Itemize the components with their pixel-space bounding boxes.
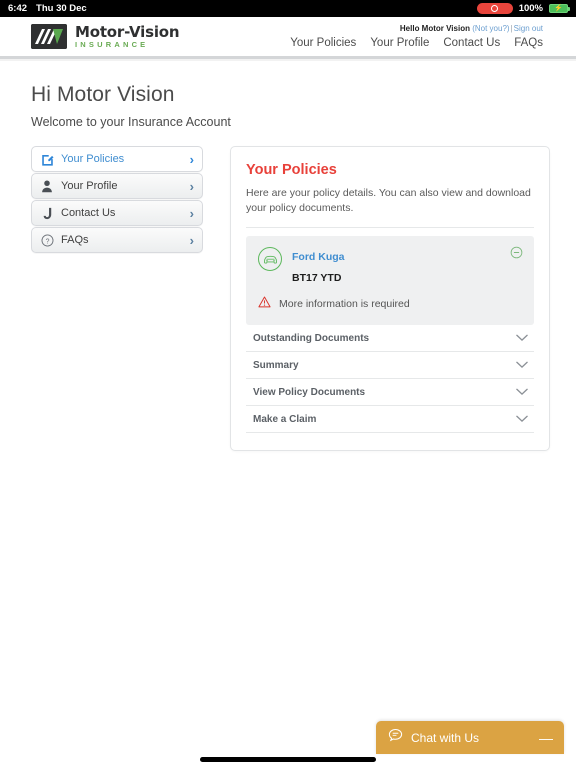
chevron-down-icon <box>516 361 528 369</box>
page-title: Hi Motor Vision <box>31 83 175 106</box>
not-you-link[interactable]: (Not you?) <box>472 24 509 33</box>
accordion-row-view-policy-documents[interactable]: View Policy Documents <box>246 379 534 407</box>
warning-triangle-icon <box>258 295 271 313</box>
question-circle-icon: ? <box>41 234 61 247</box>
chevron-down-icon <box>516 388 528 396</box>
page-subtitle: Welcome to your Insurance Account <box>31 115 231 129</box>
home-indicator <box>200 757 376 762</box>
greeting-user: Hello Motor Vision <box>399 24 470 33</box>
site-header: Motor-Vision INSURANCE Hello Motor Visio… <box>0 17 576 56</box>
accordion-label: Summary <box>253 359 299 371</box>
mv-logo-icon <box>31 24 67 49</box>
sidebar-label: Contact Us <box>61 207 116 219</box>
chat-minimize-button[interactable]: — <box>539 731 553 745</box>
chevron-right-icon: › <box>189 232 194 248</box>
greeting-line: Hello Motor Vision (Not you?)|Sign out <box>400 24 543 33</box>
policy-warning-text: More information is required <box>279 298 410 311</box>
status-bar-right: 100% ⚡ <box>476 3 570 14</box>
panel-divider <box>246 227 534 229</box>
svg-text:?: ? <box>46 238 50 245</box>
chat-label: Chat with Us <box>411 730 480 745</box>
edit-document-icon <box>41 153 61 166</box>
header-right: Hello Motor Vision (Not you?)|Sign out Y… <box>290 24 543 49</box>
site-logo[interactable]: Motor-Vision INSURANCE <box>31 22 180 49</box>
sidebar-label: Your Profile <box>61 180 118 192</box>
status-bar-battery-percent: 100% <box>518 3 543 14</box>
greeting-separator: | <box>510 24 513 33</box>
sidebar-item-contact-us[interactable]: Contact Us › <box>31 200 203 226</box>
accordion-row-make-a-claim[interactable]: Make a Claim <box>246 406 534 434</box>
chat-bubble-icon <box>388 728 403 748</box>
sidebar-item-faqs[interactable]: ? FAQs › <box>31 227 203 253</box>
accordion-label: Outstanding Documents <box>253 332 370 344</box>
chevron-right-icon: › <box>189 178 194 194</box>
nav-your-policies[interactable]: Your Policies <box>290 37 356 49</box>
logo-title: Motor-Vision <box>75 22 180 41</box>
page-heading-block: Hi Motor Vision Welcome to your Insuranc… <box>0 61 576 129</box>
policy-vehicle-name[interactable]: Ford Kuga <box>292 251 345 263</box>
minus-circle-icon[interactable] <box>510 246 523 264</box>
chevron-right-icon: › <box>189 151 194 167</box>
sidebar-label: FAQs <box>61 234 89 246</box>
accordion-label: View Policy Documents <box>253 386 366 398</box>
policies-panel: Your Policies Here are your policy detai… <box>230 146 550 452</box>
nav-your-profile[interactable]: Your Profile <box>370 37 429 49</box>
user-icon <box>41 179 61 193</box>
panel-description: Here are your policy details. You can al… <box>246 187 531 215</box>
accordion-row-summary[interactable]: Summary <box>246 352 534 380</box>
panel-title: Your Policies <box>246 162 337 178</box>
record-indicator-icon <box>476 3 513 14</box>
logo-subtitle: INSURANCE <box>75 39 149 49</box>
policy-info: Ford Kuga BT17 YTD <box>292 247 345 284</box>
ios-status-bar: 6:42 Thu 30 Dec 100% ⚡ <box>0 0 576 17</box>
logo-text-block: Motor-Vision INSURANCE <box>75 22 180 49</box>
app-screen: 6:42 Thu 30 Dec 100% ⚡ Motor-Vision INSU… <box>0 0 576 768</box>
status-bar-time: 6:42 <box>8 3 28 14</box>
battery-charging-icon: ⚡ <box>549 3 570 14</box>
main-content: Your Policies › Your Profile › Contact U… <box>0 129 576 452</box>
sidebar-label: Your Policies <box>61 153 125 165</box>
chat-widget[interactable]: Chat with Us — <box>376 721 564 754</box>
status-bar-left: 6:42 Thu 30 Dec <box>8 3 87 14</box>
sidebar-item-your-profile[interactable]: Your Profile › <box>31 173 203 199</box>
main-nav: Your Policies Your Profile Contact Us FA… <box>290 37 543 49</box>
nav-contact-us[interactable]: Contact Us <box>443 37 500 49</box>
phone-icon <box>41 207 61 220</box>
policy-card-header: Ford Kuga BT17 YTD <box>258 246 523 284</box>
chevron-down-icon <box>516 334 528 342</box>
car-icon <box>258 247 282 272</box>
policy-accordion: Outstanding Documents Summary View Polic… <box>246 325 534 434</box>
sign-out-link[interactable]: Sign out <box>514 24 543 33</box>
chevron-down-icon <box>516 415 528 423</box>
sidebar-item-your-policies[interactable]: Your Policies › <box>31 146 203 172</box>
policy-registration: BT17 YTD <box>292 272 342 285</box>
status-bar-date: Thu 30 Dec <box>36 3 87 14</box>
accordion-row-outstanding-documents[interactable]: Outstanding Documents <box>246 325 534 353</box>
policy-card: Ford Kuga BT17 YTD More information is r… <box>246 236 534 326</box>
sidebar-nav: Your Policies › Your Profile › Contact U… <box>31 146 203 254</box>
chevron-right-icon: › <box>189 205 194 221</box>
nav-faqs[interactable]: FAQs <box>514 37 543 49</box>
accordion-label: Make a Claim <box>253 413 317 425</box>
policy-warning: More information is required <box>258 295 522 313</box>
